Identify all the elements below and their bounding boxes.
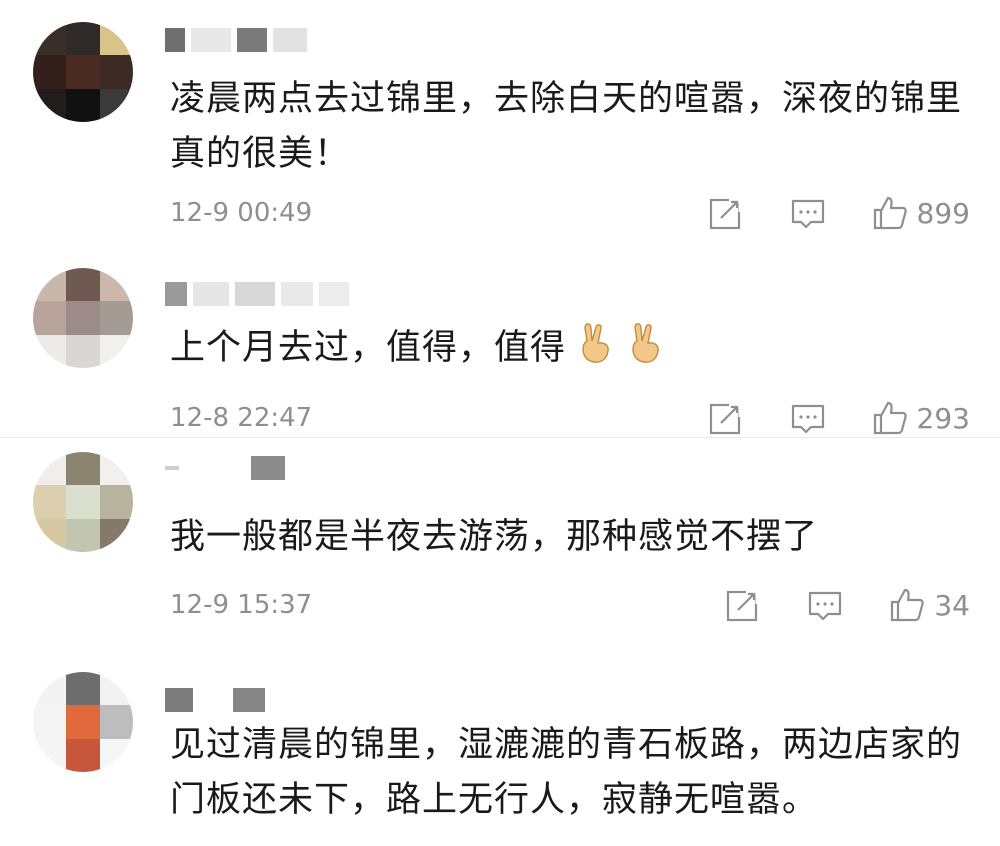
comment-meta: 12-9 15:37 34 — [170, 585, 970, 625]
like-icon[interactable] — [888, 586, 926, 624]
comment-actions: 34 — [724, 585, 970, 625]
username-blurred[interactable] — [165, 452, 285, 484]
comment-icon[interactable] — [806, 586, 844, 624]
share-icon[interactable] — [707, 194, 745, 232]
comment-list: 凌晨两点去过锦里，去除白天的喧嚣，深夜的锦里真的很美！ 12-9 00:49 8… — [0, 0, 1000, 846]
comment-text: 凌晨两点去过锦里，去除白天的喧嚣，深夜的锦里真的很美！ — [170, 79, 963, 174]
comment-text: 见过清晨的锦里，湿漉漉的青石板路，两边店家的门板还未下，路上无行人，寂静无喧嚣。 — [170, 725, 963, 820]
comment-text: 我一般都是半夜去游荡，那种感觉不摆了 — [170, 517, 819, 557]
avatar[interactable] — [33, 268, 133, 368]
divider — [0, 437, 1000, 438]
share-icon[interactable] — [724, 586, 762, 624]
comment-icon[interactable] — [789, 194, 827, 232]
comment-actions: 293 — [707, 398, 970, 438]
username-blurred[interactable] — [165, 684, 265, 716]
username-blurred[interactable] — [165, 278, 349, 310]
comment-meta: 12-8 22:47 293 — [170, 398, 970, 438]
comment-actions: 899 — [707, 193, 970, 233]
victory-hand-emoji — [628, 321, 666, 365]
like-icon[interactable] — [871, 399, 909, 437]
like-count: 34 — [934, 588, 970, 622]
avatar[interactable] — [33, 22, 133, 122]
like-count: 293 — [916, 401, 970, 435]
username-blurred[interactable] — [165, 24, 307, 56]
like-icon[interactable] — [871, 194, 909, 232]
comment-icon[interactable] — [789, 399, 827, 437]
share-icon[interactable] — [707, 399, 745, 437]
avatar[interactable] — [33, 452, 133, 552]
comment-text-content: 上个月去过，值得，值得 — [170, 328, 567, 368]
comment-text: 上个月去过，值得，值得 — [170, 321, 970, 376]
comment-meta: 12-9 00:49 899 — [170, 193, 970, 233]
avatar[interactable] — [33, 672, 133, 772]
victory-hand-emoji — [578, 321, 616, 365]
like-count: 899 — [916, 196, 970, 230]
